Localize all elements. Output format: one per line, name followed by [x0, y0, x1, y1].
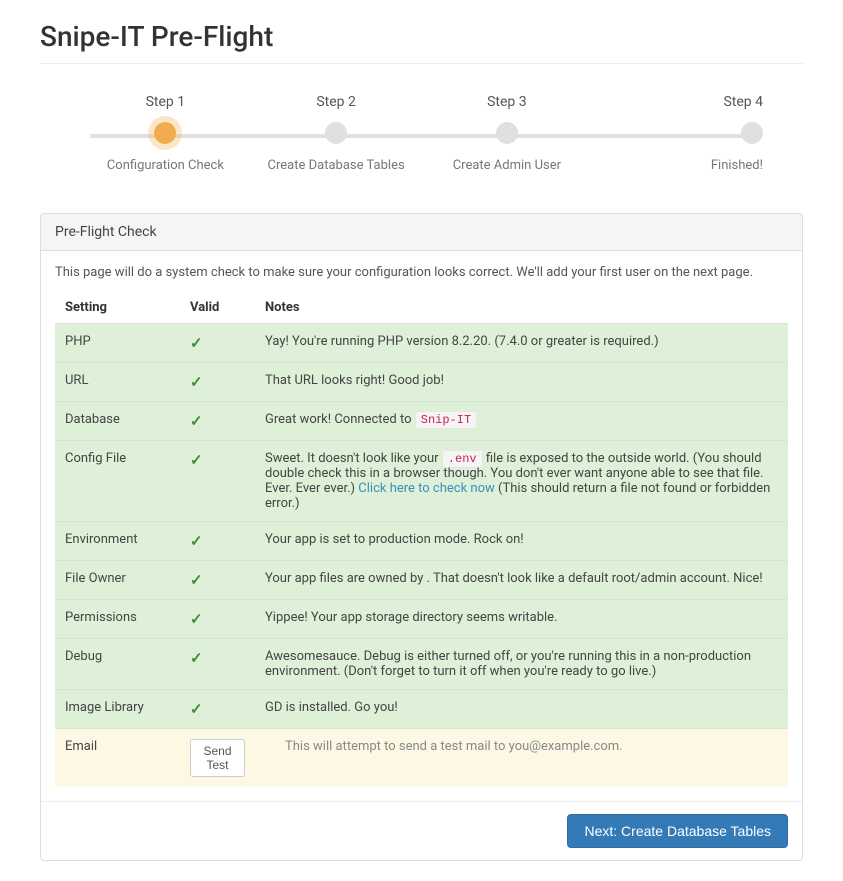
step-label-top: Step 2 — [316, 94, 356, 110]
valid-cell: Send Test — [180, 729, 255, 788]
valid-cell: ✓ — [180, 402, 255, 441]
notes-text: Great work! Connected to — [265, 412, 415, 427]
page-title: Snipe-IT Pre-Flight — [40, 20, 803, 64]
step-dot — [325, 122, 347, 144]
setting-cell: Database — [55, 402, 180, 441]
valid-cell: ✓ — [180, 363, 255, 402]
preflight-table: Setting Valid Notes PHP ✓ Yay! You're ru… — [55, 292, 788, 787]
check-icon: ✓ — [190, 412, 203, 430]
step-label-bottom: Create Admin User — [453, 158, 561, 173]
table-row: Debug ✓ Awesomesauce. Debug is either tu… — [55, 639, 788, 690]
check-icon: ✓ — [190, 649, 203, 667]
notes-cell: Your app files are owned by . That doesn… — [255, 561, 788, 600]
check-icon: ✓ — [190, 610, 203, 628]
valid-cell: ✓ — [180, 441, 255, 522]
table-row: Email Send Test This will attempt to sen… — [55, 729, 788, 788]
notes-text: Sweet. It doesn't look like your — [265, 451, 442, 466]
table-row: PHP ✓ Yay! You're running PHP version 8.… — [55, 324, 788, 363]
table-row: URL ✓ That URL looks right! Good job! — [55, 363, 788, 402]
col-header-notes: Notes — [255, 292, 788, 324]
step-3: Step 3 Create Admin User — [422, 94, 593, 173]
notes-text: . That doesn't look like a default root/… — [427, 571, 763, 586]
setting-cell: URL — [55, 363, 180, 402]
table-row: Config File ✓ Sweet. It doesn't look lik… — [55, 441, 788, 522]
notes-cell: Great work! Connected to Snip-IT — [255, 402, 788, 441]
notes-cell: GD is installed. Go you! — [255, 690, 788, 729]
setting-cell: File Owner — [55, 561, 180, 600]
check-icon: ✓ — [190, 532, 203, 550]
send-test-button[interactable]: Send Test — [190, 739, 245, 777]
panel-body: This page will do a system check to make… — [41, 251, 802, 801]
next-button[interactable]: Next: Create Database Tables — [567, 814, 788, 848]
code-dbname: Snip-IT — [415, 411, 477, 429]
check-icon: ✓ — [190, 571, 203, 589]
table-row: Image Library ✓ GD is installed. Go you! — [55, 690, 788, 729]
step-dot — [496, 122, 518, 144]
col-header-setting: Setting — [55, 292, 180, 324]
table-row: Database ✓ Great work! Connected to Snip… — [55, 402, 788, 441]
step-label-bottom: Create Database Tables — [268, 158, 405, 173]
setting-cell: Debug — [55, 639, 180, 690]
notes-cell: This will attempt to send a test mail to… — [255, 729, 788, 788]
setting-cell: Email — [55, 729, 180, 788]
setting-cell: Environment — [55, 522, 180, 561]
setting-cell: Image Library — [55, 690, 180, 729]
notes-cell: That URL looks right! Good job! — [255, 363, 788, 402]
step-dot-active — [154, 122, 176, 144]
valid-cell: ✓ — [180, 561, 255, 600]
valid-cell: ✓ — [180, 639, 255, 690]
notes-cell: Your app is set to production mode. Rock… — [255, 522, 788, 561]
intro-text: This page will do a system check to make… — [55, 265, 788, 280]
panel-header: Pre-Flight Check — [41, 214, 802, 251]
setting-cell: PHP — [55, 324, 180, 363]
setting-cell: Permissions — [55, 600, 180, 639]
col-header-valid: Valid — [180, 292, 255, 324]
step-dot — [741, 122, 763, 144]
step-1: Step 1 Configuration Check — [80, 94, 251, 173]
step-2: Step 2 Create Database Tables — [251, 94, 422, 173]
check-icon: ✓ — [190, 451, 203, 469]
stepper: Step 1 Configuration Check Step 2 Create… — [80, 94, 763, 173]
step-label-top: Step 1 — [146, 94, 186, 110]
notes-cell: Yay! You're running PHP version 8.2.20. … — [255, 324, 788, 363]
step-label-top: Step 3 — [487, 94, 527, 110]
table-row: Environment ✓ Your app is set to product… — [55, 522, 788, 561]
step-label-top: Step 4 — [723, 94, 763, 110]
step-label-bottom: Finished! — [711, 158, 763, 173]
valid-cell: ✓ — [180, 690, 255, 729]
email-note: This will attempt to send a test mail to… — [265, 739, 623, 754]
notes-cell: Awesomesauce. Debug is either turned off… — [255, 639, 788, 690]
notes-cell: Sweet. It doesn't look like your .env fi… — [255, 441, 788, 522]
step-4: Step 4 Finished! — [592, 94, 763, 173]
preflight-panel: Pre-Flight Check This page will do a sys… — [40, 213, 803, 861]
step-label-bottom: Configuration Check — [107, 158, 224, 173]
valid-cell: ✓ — [180, 324, 255, 363]
valid-cell: ✓ — [180, 522, 255, 561]
check-icon: ✓ — [190, 334, 203, 352]
notes-cell: Yippee! Your app storage directory seems… — [255, 600, 788, 639]
check-icon: ✓ — [190, 700, 203, 718]
valid-cell: ✓ — [180, 600, 255, 639]
setting-cell: Config File — [55, 441, 180, 522]
table-row: File Owner ✓ Your app files are owned by… — [55, 561, 788, 600]
notes-text: Your app files are owned by — [265, 571, 427, 586]
panel-footer: Next: Create Database Tables — [41, 801, 802, 860]
table-row: Permissions ✓ Yippee! Your app storage d… — [55, 600, 788, 639]
check-icon: ✓ — [190, 373, 203, 391]
check-env-link[interactable]: Click here to check now — [358, 481, 494, 496]
